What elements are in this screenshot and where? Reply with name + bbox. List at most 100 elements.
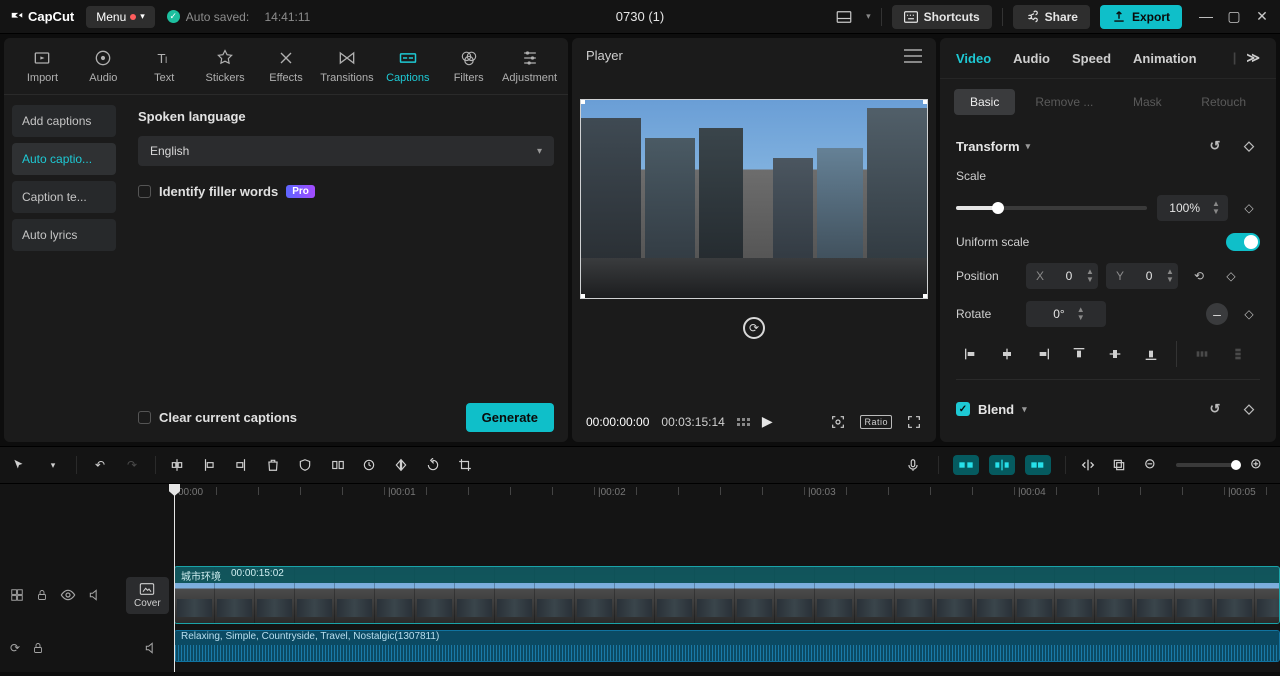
- lock-icon[interactable]: [32, 641, 44, 655]
- mute-icon[interactable]: [88, 588, 102, 602]
- resize-handle-tl[interactable]: [580, 99, 585, 104]
- mirror-button[interactable]: –: [1206, 303, 1228, 325]
- tab-video-props[interactable]: Video: [956, 51, 991, 66]
- play-button[interactable]: ▶: [762, 413, 773, 430]
- identify-filler-checkbox[interactable]: [138, 185, 151, 198]
- language-select[interactable]: English▾: [138, 136, 554, 166]
- share-button[interactable]: Share: [1013, 5, 1090, 29]
- keyframe-icon[interactable]: ◇: [1220, 265, 1242, 287]
- more-tabs-icon[interactable]: ≫: [1246, 50, 1260, 66]
- resize-handle-tr[interactable]: [923, 99, 928, 104]
- mirror-icon[interactable]: [394, 458, 412, 472]
- tab-import[interactable]: Import: [12, 44, 73, 94]
- eye-icon[interactable]: [60, 589, 76, 601]
- keyframe-icon[interactable]: ◇: [1238, 135, 1260, 157]
- subtab-retouch[interactable]: Retouch: [1185, 89, 1262, 115]
- resize-handle-bl[interactable]: [580, 294, 585, 299]
- trim-left-icon[interactable]: [202, 457, 220, 473]
- sidebar-item-caption-templates[interactable]: Caption te...: [12, 181, 116, 213]
- keyframe-icon[interactable]: ◇: [1238, 303, 1260, 325]
- position-y-input[interactable]: Y0▲▼: [1106, 263, 1178, 289]
- maximize-button[interactable]: ▢: [1226, 8, 1242, 25]
- keyframe-icon[interactable]: ◇: [1238, 398, 1260, 420]
- crop-icon[interactable]: [458, 458, 476, 472]
- align-h-center-icon[interactable]: [992, 341, 1022, 367]
- columns-icon[interactable]: [737, 418, 750, 426]
- subtab-remove[interactable]: Remove ...: [1019, 89, 1109, 115]
- mute-icon[interactable]: [144, 641, 158, 655]
- sidebar-item-auto-captions[interactable]: Auto captio...: [12, 143, 116, 175]
- magnet-link-icon[interactable]: [1025, 455, 1051, 475]
- tab-filters[interactable]: Filters: [438, 44, 499, 94]
- link-icon[interactable]: ⟲: [1188, 265, 1210, 287]
- stack-icon[interactable]: [1112, 458, 1130, 472]
- keyframe-icon[interactable]: ◇: [1238, 197, 1260, 219]
- rotate-handle-icon[interactable]: ⟳: [743, 317, 765, 339]
- close-button[interactable]: ✕: [1254, 8, 1270, 25]
- tab-text[interactable]: TIText: [134, 44, 195, 94]
- menu-button[interactable]: Menu▾: [86, 6, 155, 28]
- reset-icon[interactable]: ↺: [1204, 135, 1226, 157]
- magnet-main-icon[interactable]: [953, 455, 979, 475]
- playhead[interactable]: [174, 484, 175, 672]
- scale-slider[interactable]: [956, 206, 1147, 210]
- reverse-icon[interactable]: [362, 458, 380, 472]
- mic-icon[interactable]: [906, 457, 924, 473]
- cover-button[interactable]: Cover: [126, 577, 169, 614]
- align-bottom-icon[interactable]: [1136, 341, 1166, 367]
- sidebar-item-add-captions[interactable]: Add captions: [12, 105, 116, 137]
- ratio-button[interactable]: Ratio: [860, 415, 892, 429]
- minimize-button[interactable]: —: [1198, 8, 1214, 25]
- undo-icon[interactable]: ↶: [91, 458, 109, 472]
- delete-icon[interactable]: [266, 457, 284, 473]
- lock-icon[interactable]: [36, 588, 48, 602]
- rotate-tool-icon[interactable]: [426, 458, 444, 472]
- align-right-icon[interactable]: [1028, 341, 1058, 367]
- shortcuts-button[interactable]: Shortcuts: [892, 5, 992, 29]
- align-v-center-icon[interactable]: [1100, 341, 1130, 367]
- uniform-scale-toggle[interactable]: [1226, 233, 1260, 251]
- shield-icon[interactable]: [298, 457, 316, 473]
- split-icon[interactable]: [170, 457, 188, 473]
- frame-icon[interactable]: [330, 458, 348, 472]
- tab-animation-props[interactable]: Animation: [1133, 51, 1197, 66]
- video-preview[interactable]: [580, 99, 928, 299]
- reset-icon[interactable]: ↺: [1204, 398, 1226, 420]
- video-clip[interactable]: 城市环境00:00:15:02: [174, 566, 1280, 624]
- scan-icon[interactable]: [830, 414, 846, 430]
- fullscreen-icon[interactable]: [906, 414, 922, 430]
- align-left-icon[interactable]: [956, 341, 986, 367]
- clear-captions-checkbox[interactable]: [138, 411, 151, 424]
- preview-cut-icon[interactable]: [1080, 458, 1098, 472]
- export-button[interactable]: Export: [1100, 5, 1182, 29]
- player-menu-icon[interactable]: [904, 49, 922, 63]
- magnet-center-icon[interactable]: [989, 455, 1015, 475]
- grid-icon[interactable]: [10, 588, 24, 602]
- tab-captions[interactable]: Captions: [377, 44, 438, 94]
- zoom-slider[interactable]: [1176, 463, 1236, 467]
- generate-button[interactable]: Generate: [466, 403, 554, 432]
- chevron-down-icon[interactable]: ▾: [1026, 141, 1031, 152]
- trim-right-icon[interactable]: [234, 457, 252, 473]
- loop-icon[interactable]: ⟳: [10, 641, 20, 655]
- tab-transitions[interactable]: Transitions: [316, 44, 377, 94]
- zoom-out-icon[interactable]: [1144, 458, 1162, 472]
- zoom-in-icon[interactable]: [1250, 458, 1268, 472]
- scale-value-input[interactable]: 100%▲▼: [1157, 195, 1228, 221]
- audio-clip[interactable]: Relaxing, Simple, Countryside, Travel, N…: [174, 630, 1280, 662]
- tab-audio-props[interactable]: Audio: [1013, 51, 1050, 66]
- blend-checkbox[interactable]: ✓: [956, 402, 970, 416]
- position-x-input[interactable]: X0▲▼: [1026, 263, 1098, 289]
- subtab-basic[interactable]: Basic: [954, 89, 1015, 115]
- chevron-down-icon[interactable]: ▾: [1022, 404, 1027, 415]
- layout-icon[interactable]: [832, 5, 856, 29]
- pointer-tool-icon[interactable]: [12, 458, 30, 472]
- timeline-ruler[interactable]: 00:00 |00:01 |00:02 |00:03 |00:04 |00:05: [168, 484, 1280, 506]
- align-top-icon[interactable]: [1064, 341, 1094, 367]
- tab-speed-props[interactable]: Speed: [1072, 51, 1111, 66]
- sidebar-item-auto-lyrics[interactable]: Auto lyrics: [12, 219, 116, 251]
- tab-effects[interactable]: Effects: [256, 44, 317, 94]
- rotate-input[interactable]: 0°▲▼: [1026, 301, 1106, 327]
- tab-audio[interactable]: Audio: [73, 44, 134, 94]
- resize-handle-br[interactable]: [923, 294, 928, 299]
